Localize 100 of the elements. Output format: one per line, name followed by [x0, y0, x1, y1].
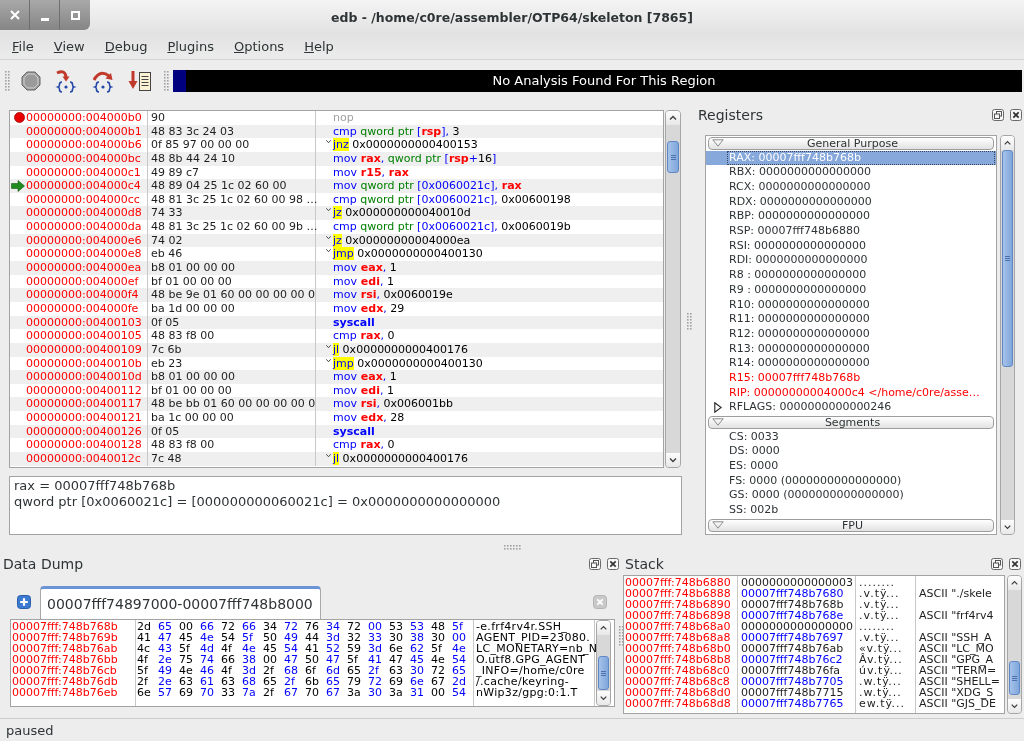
caret-up-icon[interactable]: [1001, 136, 1014, 150]
stop-sign-icon[interactable]: [21, 71, 41, 91]
register-entry[interactable]: R15: 00007fff748b768b: [706, 371, 996, 386]
instruction-bytes: 0f 05: [151, 315, 180, 329]
float-icon[interactable]: [589, 558, 601, 570]
dump-address: 00007fff:748b769b: [12, 632, 119, 643]
triangle-down-icon[interactable]: [712, 418, 724, 427]
close-icon[interactable]: [1009, 558, 1021, 570]
arrow-document-icon[interactable]: [128, 69, 152, 93]
register-entry[interactable]: R9 : 0000000000000000: [706, 282, 996, 298]
disassembly-row[interactable]: 00000000:004000ea b8 01 00 00 00 mov eax, 1: [10, 261, 663, 275]
triangle-down-icon[interactable]: [712, 139, 724, 148]
disassembly-row[interactable]: 00000000:0040012c 7c 48 jl 0x0000000000400176: [10, 452, 663, 466]
register-entry[interactable]: RSI: 0000000000000000: [706, 238, 996, 254]
maximize-icon[interactable]: [70, 10, 80, 20]
register-entry[interactable]: RIP: 00000000004000c4 </home/c0re/asse…: [706, 385, 996, 401]
register-entry[interactable]: RFLAGS: 0000000000000246: [729, 400, 892, 416]
disassembly-row[interactable]: 00000000:004000c4 48 89 04 25 1c 02 60 00 mov qword ptr [0x0060021c], rax: [10, 179, 663, 193]
register-entry[interactable]: DS: 0000: [706, 444, 996, 460]
stack-address: 00007fff:748b68d0: [625, 687, 732, 698]
caret-down-icon[interactable]: [1008, 699, 1021, 713]
curved-arrow-braces-icon[interactable]: [54, 69, 78, 93]
menu-item[interactable]: Plugins: [157, 37, 224, 56]
close-icon[interactable]: [1010, 109, 1022, 121]
instruction-text: syscall: [333, 315, 375, 330]
stack-comment: ASCII "XDG_S: [919, 687, 995, 698]
minimize-button[interactable]: [30, 0, 60, 30]
caret-down-icon[interactable]: [666, 453, 680, 467]
caret-up-icon[interactable]: [666, 111, 680, 125]
scroll-thumb[interactable]: [1002, 150, 1013, 367]
menu-item[interactable]: File: [2, 37, 44, 56]
register-entry[interactable]: GS: 0000 (0000000000000000): [706, 488, 996, 504]
instruction-text: mov rax, qword ptr [rsp+16]: [333, 151, 497, 166]
register-entry[interactable]: R13: 0000000000000000: [706, 341, 996, 357]
register-entry[interactable]: R14: 0000000000000000: [706, 356, 996, 371]
stack-ascii: .v.tÿ...: [859, 599, 901, 610]
close-button[interactable]: [0, 0, 30, 30]
register-entry[interactable]: FS: 0000 (0000000000000000): [706, 473, 996, 489]
region-marker: [173, 70, 186, 92]
minimize-icon[interactable]: [40, 18, 49, 21]
instruction-bytes: bf 01 00 00 00: [151, 274, 232, 288]
instruction-address: 00000000:004000cc: [26, 192, 140, 206]
scroll-thumb[interactable]: [667, 141, 679, 173]
scroll-thumb[interactable]: [1009, 661, 1020, 695]
instruction-address: 00000000:00400109: [26, 342, 142, 356]
register-entry[interactable]: R10: 0000000000000000: [706, 297, 996, 313]
stack-value: 00007fff748b768e: [741, 610, 845, 621]
instruction-bytes: 48 89 04 25 1c 02 60 00: [151, 179, 287, 193]
disassembly-row[interactable]: 00000000:0040010d b8 01 00 00 00 mov eax, 1: [10, 370, 663, 384]
filled-circle-icon[interactable]: [14, 112, 25, 124]
register-entry[interactable]: R8 : 0000000000000000: [706, 268, 996, 283]
float-icon[interactable]: [992, 109, 1004, 121]
instruction-address: 00000000:00400103: [26, 315, 142, 329]
instruction-text: jnz 0x0000000000400153: [333, 138, 478, 152]
close-icon[interactable]: [607, 558, 619, 570]
register-entry[interactable]: ES: 0000: [706, 459, 996, 474]
instruction-bytes: 48 be bb 01 60 00 00 00 00 0: [151, 397, 316, 411]
register-entry[interactable]: RBX: 0000000000000000: [706, 165, 996, 181]
register-entry[interactable]: RDX: 0000000000000000: [706, 194, 996, 210]
instruction-address: 00000000:0040012c: [26, 452, 141, 465]
group-header[interactable]: FPU: [708, 518, 994, 532]
caret-down-icon[interactable]: [597, 691, 610, 705]
caret-down-icon[interactable]: [1001, 520, 1014, 534]
float-icon[interactable]: [991, 558, 1003, 570]
caret-up-icon[interactable]: [597, 621, 610, 635]
register-entry[interactable]: R12: 0000000000000000: [706, 326, 996, 342]
disassembly-row[interactable]: 00000000:004000d8 74 33 jz 0x000000000040010d: [10, 206, 663, 221]
triangle-right-icon[interactable]: [714, 402, 722, 414]
caret-up-icon[interactable]: [1008, 576, 1021, 590]
disassembly-row[interactable]: 00000000:004000f4 48 be 9e 01 60 00 00 00 00 0 mov rsi, 0x0060019e: [10, 288, 663, 302]
dump-tab[interactable]: 00007fff74897000-00007fff748b8000: [40, 586, 321, 619]
dock-title: Stack: [625, 556, 664, 572]
group-header[interactable]: General Purpose: [708, 136, 994, 150]
instruction-address: 00000000:004000ef: [26, 274, 139, 288]
menu-item[interactable]: Options: [224, 37, 295, 56]
instruction-text: jmp 0x0000000000400130: [333, 247, 483, 262]
register-entry[interactable]: CS: 0033: [706, 429, 996, 445]
menu-item[interactable]: View: [43, 37, 95, 56]
register-entry[interactable]: RCX: 0000000000000000: [706, 180, 996, 195]
register-entry[interactable]: RBP: 0000000000000000: [706, 209, 996, 225]
register-entry[interactable]: RSP: 00007fff748b6880: [706, 224, 996, 239]
maximize-button[interactable]: [60, 0, 90, 30]
plus-icon[interactable]: [17, 595, 31, 609]
menu-item[interactable]: Debug: [94, 37, 158, 56]
group-header[interactable]: Segments: [708, 415, 994, 430]
disassembly-row[interactable]: 00000000:00400117 48 be bb 01 60 00 00 00 00 0 mov rsi, 0x006001bb: [10, 397, 663, 412]
register-entry[interactable]: RDI: 0000000000000000: [706, 253, 996, 269]
register-entry[interactable]: R11: 0000000000000000: [706, 312, 996, 327]
scroll-thumb[interactable]: [598, 656, 609, 690]
small-caret-icon: [326, 249, 331, 253]
expression-line: qword ptr [0x0060021c] = [000000000060021c] = 0x0000000000000000: [14, 494, 501, 510]
instruction-address: 00000000:004000d8: [26, 206, 142, 220]
instruction-bytes: 49 89 c7: [151, 165, 200, 179]
triangle-down-icon[interactable]: [712, 521, 724, 530]
register-entry[interactable]: SS: 002b: [706, 503, 996, 518]
menu-item[interactable]: Help: [294, 37, 344, 56]
stack-address: 00007fff:748b68b0: [625, 643, 732, 654]
arc-arrow-braces-icon[interactable]: [91, 69, 115, 93]
instruction-text: cmp qword ptr [0x0060021c], 0x0060019b: [333, 220, 571, 234]
stack-ascii: ........: [859, 577, 896, 588]
